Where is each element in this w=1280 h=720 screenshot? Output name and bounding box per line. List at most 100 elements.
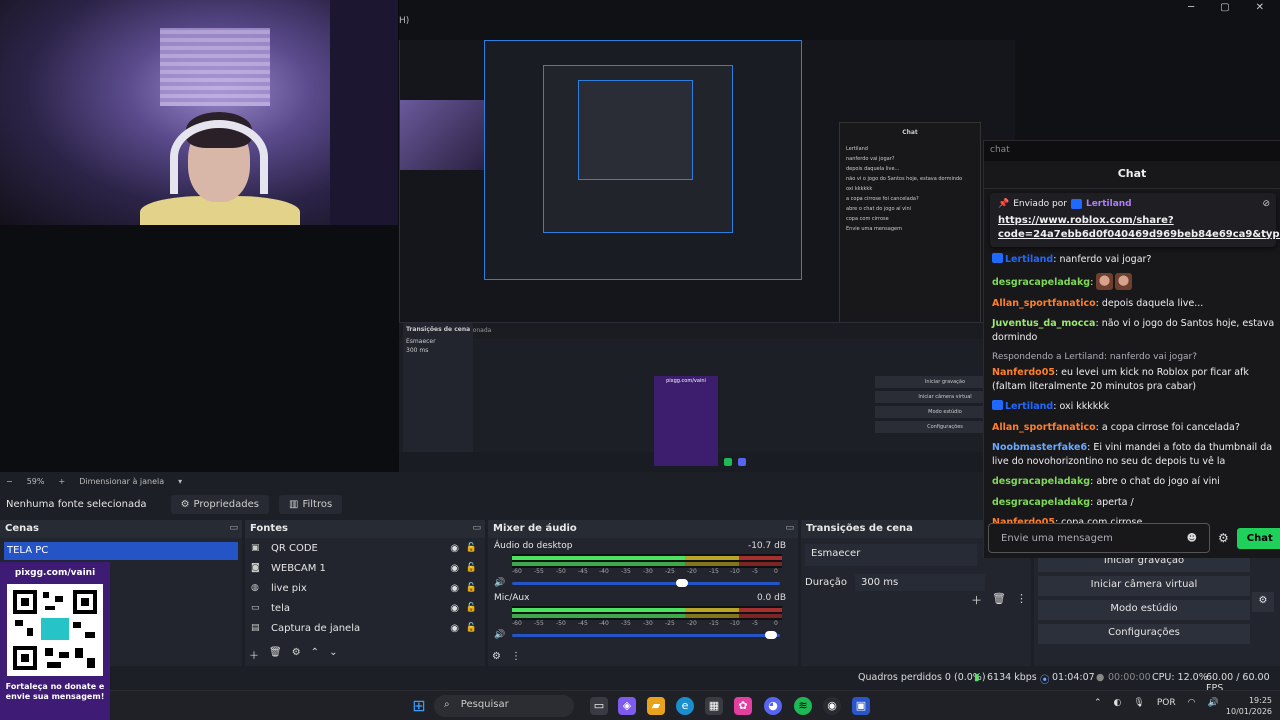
zoom-in-button[interactable]: +	[58, 477, 65, 486]
hide-icon[interactable]: ⊘	[1262, 199, 1270, 209]
eye-icon[interactable]: ◉	[450, 583, 459, 594]
eye-icon[interactable]: ◉	[450, 543, 459, 554]
nested-chat-input: Envie uma mensagem	[846, 226, 902, 232]
speaker-icon[interactable]: 🔊	[494, 578, 506, 588]
chevron-up-icon[interactable]: ⌃	[1094, 698, 1102, 708]
add-icon[interactable]: ＋	[971, 592, 982, 608]
scale-to-window[interactable]: Dimensionar à janela	[79, 477, 164, 486]
studio-mode-button[interactable]: Modo estúdio	[1038, 600, 1250, 620]
nested-chat-line: a copa cirrose foi cancelada?	[846, 196, 919, 202]
channel-name: Mic/Aux	[494, 593, 530, 603]
close-icon[interactable]: ✕	[1256, 2, 1264, 13]
trash-icon[interactable]: 🗑	[992, 592, 1006, 608]
chat-username[interactable]: desgracapeladakg	[992, 277, 1090, 288]
source-item[interactable]: ▤ Captura de janela ◉ 🔓	[245, 618, 485, 638]
minimize-icon[interactable]: ─	[1188, 2, 1194, 13]
filters-button[interactable]: ▥ Filtros	[278, 494, 343, 514]
lock-icon[interactable]: 🔓	[466, 563, 477, 573]
tray-app-icon[interactable]: ◐	[1114, 698, 1122, 708]
chat-send-button[interactable]: Chat	[1236, 527, 1280, 549]
windows-start-icon[interactable]: ⊞	[410, 697, 428, 715]
eye-icon[interactable]: ◉	[450, 603, 459, 614]
lock-icon[interactable]: 🔓	[466, 543, 477, 553]
clock[interactable]: 19:25 10/01/2026	[1226, 695, 1272, 717]
trash-icon[interactable]: 🗑	[269, 647, 282, 662]
emote-picker-icon[interactable]: ☻	[1187, 533, 1197, 544]
chat-username[interactable]: Noobmasterfake6	[992, 442, 1087, 453]
chat-input[interactable]: Envie uma mensagem ☻	[988, 523, 1210, 553]
pinned-by-user[interactable]: Lertiland	[1086, 199, 1132, 209]
duration-input[interactable]: 300 ms	[855, 574, 986, 591]
source-item[interactable]: ◍ live pix ◉ 🔓	[245, 578, 485, 598]
pinned-link[interactable]: https://www.roblox.com/share?code=24a7eb…	[998, 214, 1280, 241]
mixer-dock: Mixer de áudio ▭ Áudio do desktop -10.7 d…	[488, 520, 798, 666]
lock-icon[interactable]: 🔓	[466, 583, 477, 593]
dock-menu-icon[interactable]: ▭	[472, 523, 481, 533]
add-icon[interactable]: ＋	[249, 647, 259, 662]
source-item[interactable]: ◙ WEBCAM 1 ◉ 🔓	[245, 558, 485, 578]
zoom-out-button[interactable]: −	[6, 477, 13, 486]
more-icon[interactable]: ⋮	[511, 651, 521, 662]
volume-slider[interactable]	[512, 578, 780, 587]
meter-tick: -45	[578, 620, 588, 627]
taskbar-search[interactable]: ⌕ Pesquisar	[434, 695, 574, 717]
bitrate: 6134 kbps	[987, 672, 1037, 683]
meter-tick: -5	[752, 568, 758, 575]
copilot-icon[interactable]: ◈	[618, 697, 636, 715]
obs-icon[interactable]: ◉	[823, 697, 841, 715]
chevron-down-icon[interactable]: ⌄	[1262, 225, 1270, 236]
volume-slider-handle[interactable]	[765, 630, 777, 639]
gear-icon[interactable]: ⚙	[292, 647, 301, 662]
photos-icon[interactable]: ✿	[734, 697, 752, 715]
app-icon[interactable]: ▣	[852, 697, 870, 715]
gear-icon[interactable]: ⚙	[1252, 592, 1274, 612]
chat-username[interactable]: desgracapeladakg	[992, 476, 1090, 487]
settings-button[interactable]: Configurações	[1038, 624, 1250, 644]
no-source-label: Nenhuma fonte selecionada	[6, 498, 147, 510]
store-icon[interactable]: ▦	[705, 697, 723, 715]
chat-username[interactable]: Lertiland	[1005, 254, 1053, 265]
speaker-icon[interactable]: 🔊	[494, 630, 506, 640]
volume-slider-handle[interactable]	[676, 578, 688, 587]
dock-menu-icon[interactable]: ▭	[785, 523, 794, 533]
chat-username[interactable]: Allan_sportfanatico	[992, 422, 1096, 433]
properties-button[interactable]: ⚙ Propriedades	[170, 494, 269, 514]
chat-username[interactable]: Lertiland	[1005, 401, 1053, 412]
arrow-down-icon[interactable]: ⌄	[329, 647, 337, 662]
dock-menu-icon[interactable]: ▭	[229, 523, 238, 533]
lock-icon[interactable]: 🔓	[466, 603, 477, 613]
duration-label: Duração	[805, 577, 848, 588]
microphone-icon[interactable]: 🎙	[1133, 698, 1144, 708]
nested-props-row: Nenhuma fonte selecionada	[399, 323, 1015, 339]
spotify-icon[interactable]: ≋	[794, 697, 812, 715]
chat-username[interactable]: Juventus_da_mocca	[992, 318, 1095, 329]
qr-code	[7, 584, 103, 676]
discord-icon[interactable]: ◕	[764, 697, 782, 715]
wifi-icon[interactable]: ◠	[1188, 698, 1196, 708]
scene-item[interactable]: TELA PC	[4, 542, 238, 560]
transition-select[interactable]: Esmaecer	[805, 544, 977, 566]
chat-username[interactable]: Allan_sportfanatico	[992, 298, 1096, 309]
maximize-icon[interactable]: ▢	[1220, 2, 1229, 13]
pinned-message[interactable]: 📌 Enviado por Lertiland https://www.robl…	[990, 193, 1280, 247]
language-indicator[interactable]: POR	[1157, 698, 1176, 708]
edge-icon[interactable]: e	[676, 697, 694, 715]
source-item[interactable]: ▭ tela ◉ 🔓	[245, 598, 485, 618]
advanced-audio-icon[interactable]: ⚙	[492, 651, 501, 662]
chevron-down-icon[interactable]: ▾	[178, 477, 182, 486]
eye-icon[interactable]: ◉	[450, 623, 459, 634]
more-icon[interactable]: ⋮	[1016, 592, 1027, 608]
eye-icon[interactable]: ◉	[450, 563, 459, 574]
arrow-up-icon[interactable]: ⌃	[311, 647, 319, 662]
source-item[interactable]: ▣ QR CODE ◉ 🔓	[245, 538, 485, 558]
volume-slider[interactable]	[512, 630, 780, 639]
lock-icon[interactable]: 🔓	[466, 623, 477, 633]
emote-icon	[1115, 273, 1133, 291]
chat-username[interactable]: desgracapeladakg	[992, 497, 1090, 508]
gear-icon[interactable]: ⚙	[1218, 531, 1229, 545]
task-view-icon[interactable]: ▭	[590, 697, 608, 715]
volume-icon[interactable]: 🔊	[1207, 698, 1218, 708]
folder-icon[interactable]: ▰	[647, 697, 665, 715]
chat-username[interactable]: Nanferdo05	[992, 367, 1055, 378]
start-virtual-camera-button[interactable]: Iniciar câmera virtual	[1038, 576, 1250, 596]
